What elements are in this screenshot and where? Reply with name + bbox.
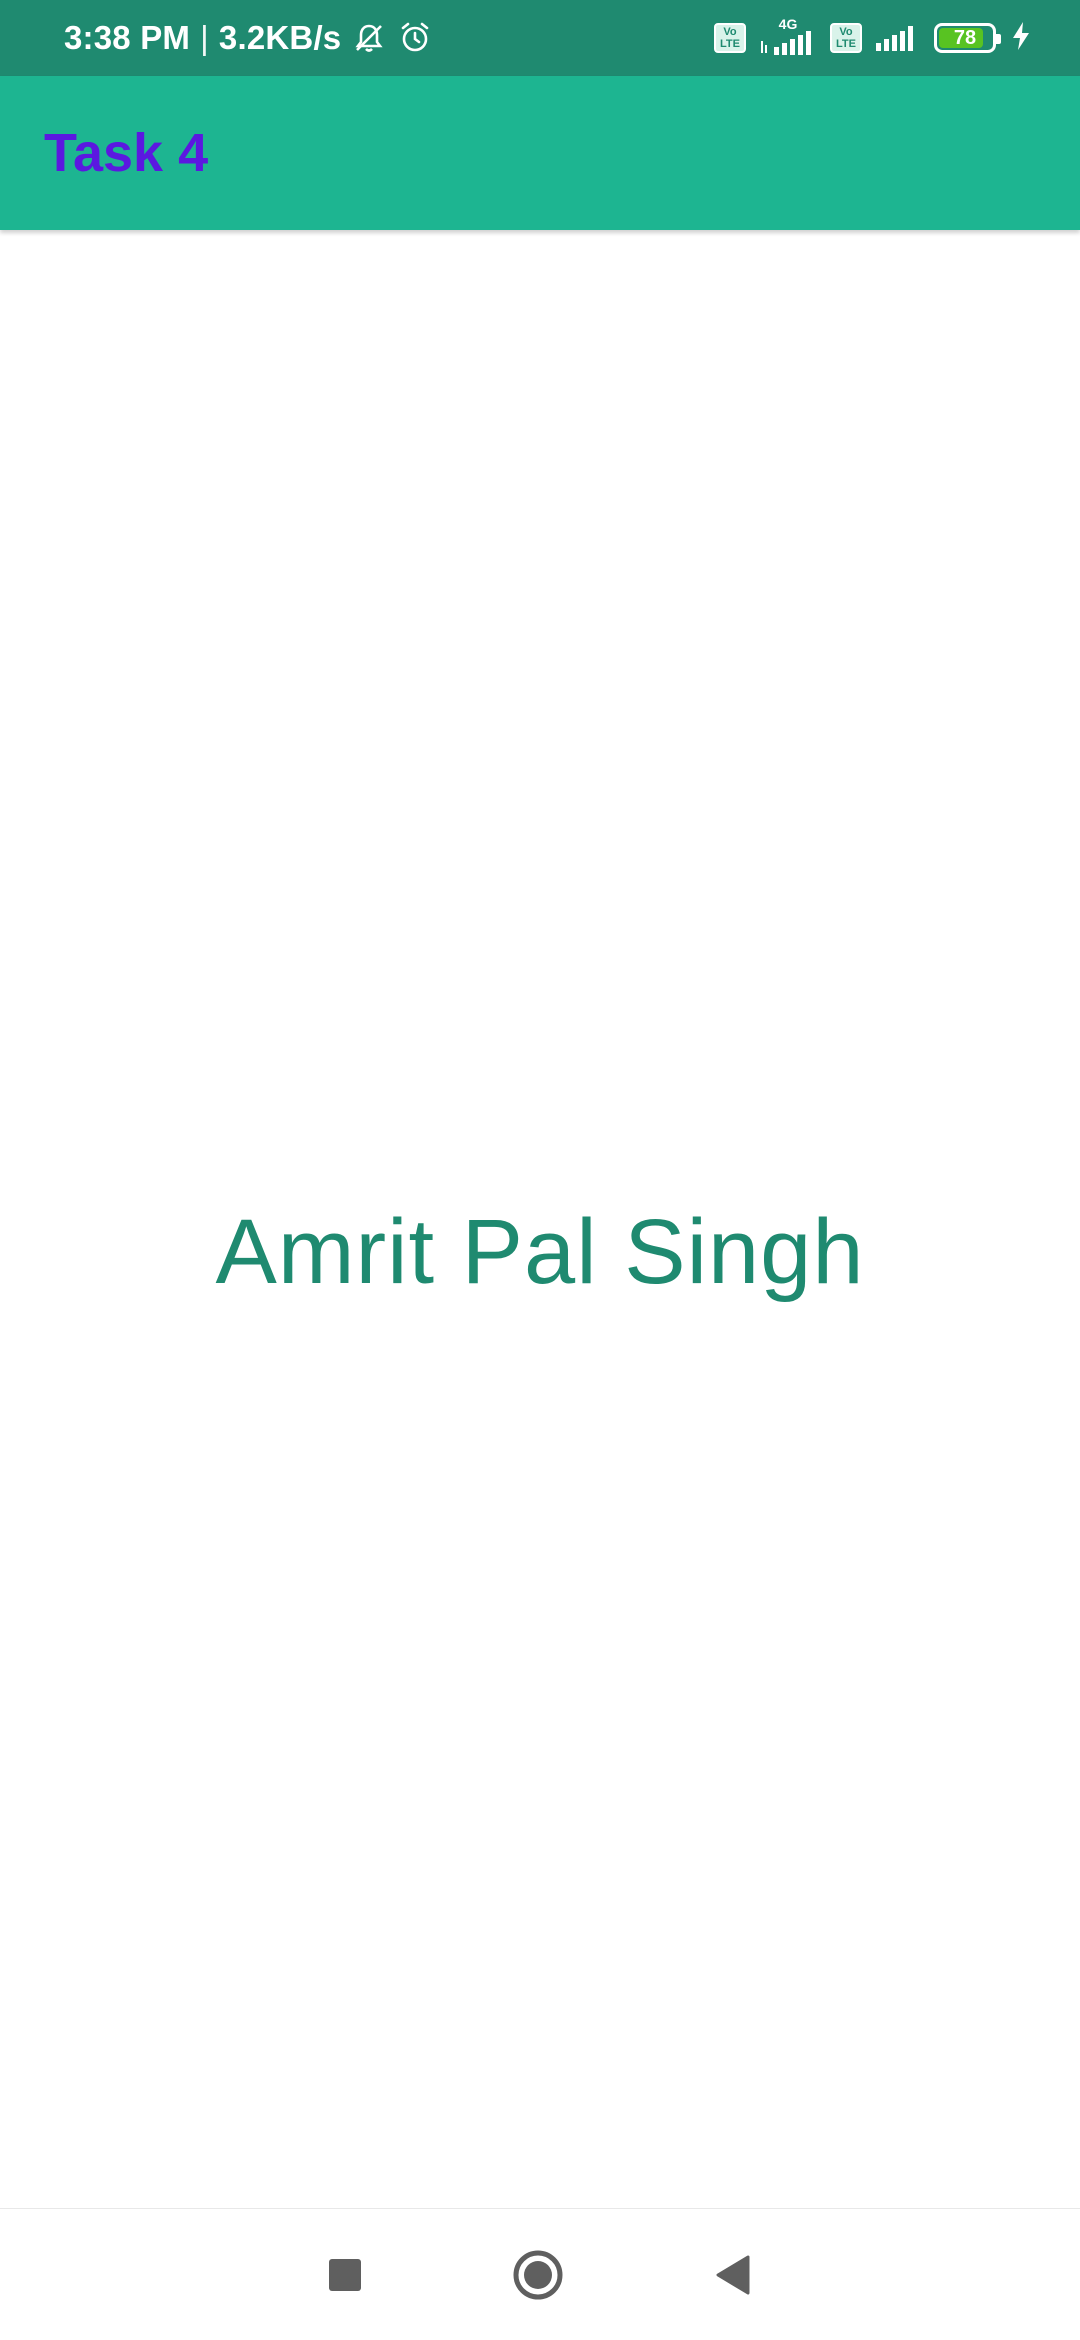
alarm-icon bbox=[397, 20, 433, 56]
battery-tip bbox=[996, 34, 1001, 44]
charging-icon bbox=[1010, 21, 1032, 56]
network-speed: 3.2KB/s bbox=[218, 19, 342, 56]
home-button[interactable] bbox=[512, 2240, 564, 2310]
back-triangle-icon bbox=[716, 2255, 750, 2294]
circle-icon bbox=[513, 2250, 563, 2299]
signal-icon-sim2 bbox=[876, 26, 913, 51]
silent-icon bbox=[351, 20, 387, 56]
page-title: Task 4 bbox=[44, 123, 209, 183]
signal-icon bbox=[761, 30, 811, 55]
battery-level: 78 bbox=[953, 27, 977, 49]
volte-icon-sim2: Vo LTE bbox=[830, 23, 862, 53]
navigation-bar bbox=[0, 2208, 1080, 2340]
status-left: 3:38 PM | 3.2KB/s bbox=[64, 19, 433, 57]
network-type-label: 4G bbox=[778, 15, 798, 32]
main-content: Amrit Pal Singh bbox=[0, 230, 1080, 2208]
battery-icon: 78 bbox=[934, 23, 1001, 53]
status-time: 3:38 PM bbox=[64, 19, 191, 56]
app-bar: Task 4 bbox=[0, 76, 1080, 230]
phone-screen: 3:38 PM | 3.2KB/s Vo LTE 4G Vo LTE 78 Ta… bbox=[0, 0, 1080, 2340]
status-right: Vo LTE 4G Vo LTE 78 bbox=[714, 17, 1032, 60]
square-icon bbox=[329, 2258, 361, 2291]
status-bar: 3:38 PM | 3.2KB/s Vo LTE 4G Vo LTE 78 bbox=[0, 0, 1080, 76]
network-indicator: 4G bbox=[760, 17, 816, 60]
volte-icon: Vo LTE bbox=[714, 23, 746, 53]
back-button[interactable] bbox=[714, 2240, 752, 2310]
name-text: Amrit Pal Singh bbox=[215, 1200, 865, 1303]
recents-button[interactable] bbox=[328, 2240, 362, 2310]
status-separator: | bbox=[200, 19, 209, 56]
